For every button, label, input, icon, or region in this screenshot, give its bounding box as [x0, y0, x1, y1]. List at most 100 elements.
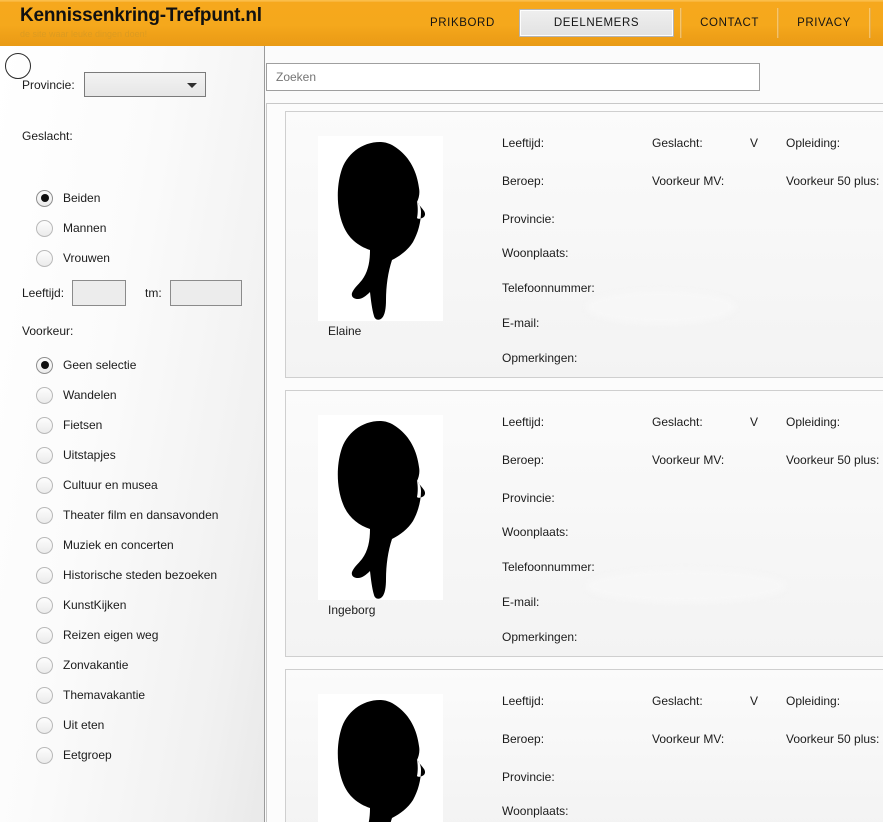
voorkeur-option-eetgroep[interactable]: Eetgroep — [36, 740, 218, 770]
radio-icon[interactable] — [36, 656, 53, 674]
member-name: Elaine — [328, 324, 362, 338]
field-label-beroep: Beroep: — [502, 174, 545, 188]
radio-icon[interactable] — [36, 626, 53, 644]
voorkeur-option-cultuur-en-musea[interactable]: Cultuur en musea — [36, 470, 218, 500]
radio-icon[interactable] — [36, 189, 53, 207]
field-label-voorkeur-50plus: Voorkeur 50 plus: — [786, 174, 880, 188]
field-value-geslacht: V — [750, 415, 759, 429]
results-area: Elaine Leeftijd: Geslacht: V Opleiding: … — [265, 46, 883, 822]
leeftijd-to-input[interactable] — [169, 280, 242, 306]
avatar — [318, 694, 443, 822]
radio-icon[interactable] — [36, 686, 53, 704]
field-label-voorkeur-50plus: Voorkeur 50 plus: — [786, 732, 880, 746]
field-label-email: E-mail: — [502, 316, 540, 330]
field-label-leeftijd: Leeftijd: — [502, 136, 545, 150]
radio-label: Wandelen — [63, 388, 117, 402]
radio-label: Vrouwen — [63, 251, 110, 265]
radio-icon[interactable] — [36, 536, 53, 554]
leeftijd-label: Leeftijd: — [22, 286, 65, 300]
radio-label: Fietsen — [63, 418, 103, 432]
tm-label: tm: — [145, 286, 162, 300]
voorkeur-option-kunstkijken[interactable]: KunstKijken — [36, 590, 218, 620]
provincie-select[interactable] — [83, 72, 206, 97]
member-card[interactable]: Elaine Leeftijd: Geslacht: V Opleiding: … — [285, 111, 883, 378]
voorkeur-option-muziek-en-concerten[interactable]: Muziek en concerten — [36, 530, 218, 560]
avatar — [318, 415, 443, 600]
voorkeur-option-theater-film-en-dansavonden[interactable]: Theater film en dansavonden — [36, 500, 218, 530]
geslacht-option-beiden[interactable]: Beiden — [36, 183, 110, 213]
members-list-panel: Elaine Leeftijd: Geslacht: V Opleiding: … — [266, 103, 883, 822]
field-value-geslacht: V — [750, 136, 759, 150]
nav-item-prikbord[interactable]: PRIKBORD — [412, 0, 513, 46]
voorkeur-option-themavakantie[interactable]: Themavakantie — [36, 680, 218, 710]
geslacht-option-mannen[interactable]: Mannen — [36, 213, 110, 243]
member-card[interactable]: Ingeborg Leeftijd: Geslacht: V Opleiding… — [285, 390, 883, 657]
provincie-filter: Provincie: — [22, 72, 206, 97]
female-silhouette-icon — [337, 142, 426, 320]
radio-label: Historische steden bezoeken — [63, 568, 218, 582]
field-label-woonplaats: Woonplaats: — [502, 525, 569, 539]
radio-icon[interactable] — [36, 386, 53, 404]
nav-item-contact[interactable]: CONTACT — [682, 0, 777, 46]
main-navigation: PRIKBORD DEELNEMERS CONTACT PRIVACY Welk… — [412, 0, 883, 46]
radio-label: Themavakantie — [63, 688, 146, 702]
field-label-woonplaats: Woonplaats: — [502, 246, 569, 260]
radio-label: Uit eten — [63, 718, 105, 732]
radio-label: Reizen eigen weg — [63, 628, 159, 642]
radio-icon[interactable] — [36, 446, 53, 464]
field-label-woonplaats: Woonplaats: — [502, 804, 569, 818]
provincie-label: Provincie: — [22, 77, 75, 92]
nav-item-deelnemers[interactable]: DEELNEMERS — [518, 9, 675, 37]
radio-label: Uitstapjes — [63, 448, 116, 462]
voorkeur-option-reizen-eigen-weg[interactable]: Reizen eigen weg — [36, 620, 218, 650]
geslacht-option-vrouwen[interactable]: Vrouwen — [36, 243, 110, 273]
voorkeur-option-fietsen[interactable]: Fietsen — [36, 410, 218, 440]
female-silhouette-icon — [337, 700, 426, 822]
brand[interactable]: Kennissenkring-Trefpunt.nl de site waar … — [20, 4, 262, 40]
geslacht-section-label: Geslacht: — [22, 129, 73, 143]
field-label-leeftijd: Leeftijd: — [502, 415, 545, 429]
field-label-beroep: Beroep: — [502, 453, 545, 467]
field-value-geslacht: V — [750, 694, 759, 708]
site-header: Kennissenkring-Trefpunt.nl de site waar … — [0, 0, 883, 46]
member-name: Ingeborg — [328, 603, 376, 617]
leeftijd-from-input[interactable] — [72, 280, 127, 306]
radio-icon[interactable] — [36, 506, 53, 524]
radio-label: Muziek en concerten — [63, 538, 174, 552]
voorkeur-radio-group: Geen selectie Wandelen Fietsen Uitstapje… — [36, 305, 218, 770]
radio-icon[interactable] — [36, 356, 53, 374]
voorkeur-option-zonvakantie[interactable]: Zonvakantie — [36, 650, 218, 680]
radio-icon[interactable] — [36, 716, 53, 734]
radio-icon[interactable] — [36, 746, 53, 764]
nav-item-privacy[interactable]: PRIVACY — [779, 0, 869, 46]
voorkeur-option-uit-eten[interactable]: Uit eten — [36, 710, 218, 740]
member-card[interactable]: Leeftijd: Geslacht: V Opleiding: Beroep:… — [285, 669, 883, 822]
radio-icon[interactable] — [36, 476, 53, 494]
radio-label: Beiden — [63, 191, 101, 205]
female-silhouette-icon — [337, 421, 426, 599]
radio-icon[interactable] — [36, 249, 53, 267]
radio-icon[interactable] — [36, 416, 53, 434]
radio-label: Zonvakantie — [63, 658, 129, 672]
voorkeur-option-historische-steden-bezoeken[interactable]: Historische steden bezoeken — [36, 560, 218, 590]
radio-icon[interactable] — [36, 566, 53, 584]
search-input[interactable] — [266, 63, 760, 91]
voorkeur-option-wandelen[interactable]: Wandelen — [36, 380, 218, 410]
field-label-voorkeur-50plus: Voorkeur 50 plus: — [786, 453, 880, 467]
radio-icon[interactable] — [36, 596, 53, 614]
radio-icon[interactable] — [36, 219, 53, 237]
nav-item-welkom-user[interactable]: Welkom Joh — [871, 0, 883, 46]
field-label-provincie: Provincie: — [502, 491, 555, 505]
voorkeur-option-geen-selectie[interactable]: Geen selectie — [36, 350, 218, 380]
field-label-geslacht: Geslacht: — [652, 694, 703, 708]
field-label-voorkeur-mv: Voorkeur MV: — [652, 453, 725, 467]
voorkeur-option-uitstapjes[interactable]: Uitstapjes — [36, 440, 218, 470]
brand-title: Kennissenkring-Trefpunt.nl — [20, 5, 262, 26]
geslacht-radio-group: Beiden Mannen Vrouwen — [36, 183, 110, 273]
field-label-provincie: Provincie: — [502, 770, 555, 784]
radio-label: KunstKijken — [63, 598, 127, 612]
field-label-opleiding: Opleiding: — [786, 694, 841, 708]
brand-tagline: de site waar leuke dingen doen! — [20, 29, 148, 39]
filter-sidebar: Provincie: Geslacht: Beiden Mannen Vrouw… — [0, 46, 265, 822]
radio-label: Mannen — [63, 221, 107, 235]
